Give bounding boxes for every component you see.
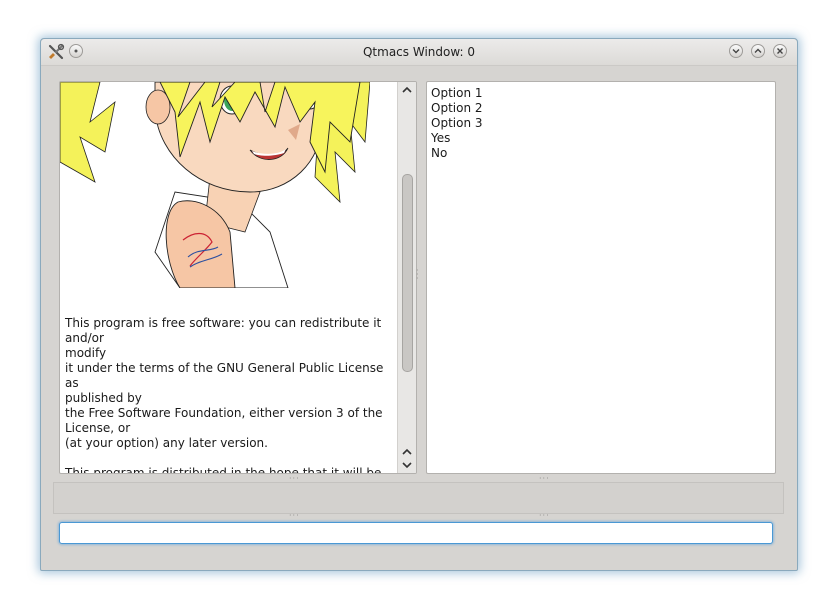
arrow-up-icon[interactable] [401,446,413,458]
vertical-scrollbar[interactable] [397,82,416,473]
splitter-handle[interactable]: ··· [539,511,550,520]
list-item[interactable]: Yes [431,131,771,146]
close-icon [777,48,783,54]
vertical-splitter-handle[interactable]: · · · [416,267,422,283]
maximize-icon [754,48,762,53]
command-input[interactable] [59,522,773,544]
arrow-down-icon[interactable] [401,459,413,471]
close-button[interactable] [773,44,787,58]
minimize-button[interactable] [729,44,743,58]
minimize-icon [732,49,740,54]
options-list-pane[interactable]: Option 1 Option 2 Option 3 Yes No [426,81,776,474]
title-bar[interactable]: Qtmacs Window: 0 [41,39,797,66]
status-bar [53,482,784,514]
maximize-button[interactable] [751,44,765,58]
scrollbar-thumb[interactable] [402,174,413,372]
options-list: Option 1 Option 2 Option 3 Yes No [427,82,775,165]
qtmacs-window: Qtmacs Window: 0 This program is free so… [40,38,798,571]
license-text: This program is free software: you can r… [65,316,384,474]
list-item[interactable]: Option 3 [431,116,771,131]
list-item[interactable]: Option 2 [431,101,771,116]
splitter-handle[interactable]: ··· [289,511,300,520]
list-item[interactable]: No [431,146,771,161]
anime-character-image [60,82,370,288]
list-item[interactable]: Option 1 [431,86,771,101]
text-viewer-pane[interactable]: This program is free software: you can r… [59,81,417,474]
window-title: Qtmacs Window: 0 [362,45,475,59]
arrow-up-icon[interactable] [401,84,413,96]
